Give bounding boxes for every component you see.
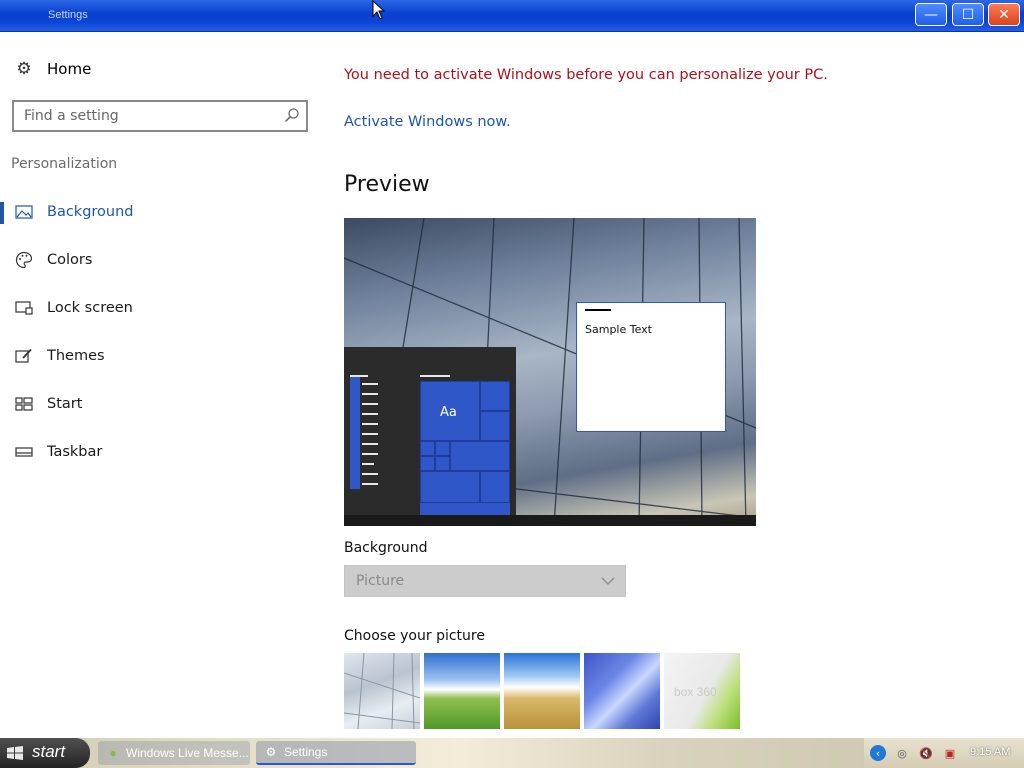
start-label: start	[32, 742, 66, 761]
sidebar-item-label: Colors	[47, 252, 93, 268]
taskbar-item-settings[interactable]: ⚙ Settings	[256, 741, 416, 765]
sidebar-item-background[interactable]: Background	[0, 194, 330, 230]
taskbar-item-label: Settings	[284, 745, 328, 759]
taskbar: start ● Windows Live Messe... ⚙ Settings…	[0, 738, 1024, 768]
search-icon[interactable]	[284, 107, 300, 123]
lock-screen-icon	[14, 299, 34, 317]
start-menu-preview: Aa	[344, 347, 516, 515]
search-input[interactable]: Find a setting	[24, 108, 119, 124]
gear-icon: ⚙	[265, 745, 277, 759]
thumbnail-logo-text: box 360	[674, 685, 717, 699]
start-tiles-icon	[14, 395, 34, 413]
sidebar-item-label: Taskbar	[47, 444, 103, 460]
picture-thumbnail-xbox[interactable]: box 360	[664, 653, 740, 729]
active-indicator	[0, 202, 4, 224]
picture-thumbnail-wheat-field[interactable]	[504, 653, 580, 729]
sidebar-item-label: Start	[47, 396, 83, 412]
preview-heading: Preview	[344, 172, 430, 197]
close-icon: ✕	[998, 6, 1010, 23]
volume-muted-icon[interactable]: 🔇	[918, 745, 934, 761]
section-label: Personalization	[11, 156, 118, 172]
minimize-button[interactable]: —	[915, 3, 947, 26]
background-type-dropdown[interactable]: Picture	[344, 565, 626, 597]
gear-icon: ⚙	[16, 59, 32, 79]
home-label: Home	[47, 60, 92, 78]
brush-icon	[14, 347, 34, 365]
sidebar-item-lock-screen[interactable]: Lock screen	[0, 290, 330, 326]
taskbar-icon	[14, 443, 34, 461]
search-box[interactable]: Find a setting	[12, 100, 308, 132]
preview-taskbar	[344, 515, 756, 526]
background-type-label: Background	[344, 540, 428, 556]
sidebar-item-taskbar[interactable]: Taskbar	[0, 434, 330, 470]
start-button[interactable]: start	[0, 738, 90, 768]
activation-warning: You need to activate Windows before you …	[344, 67, 828, 83]
picture-icon	[14, 203, 34, 221]
home-nav-item[interactable]: ⚙ Home	[14, 58, 91, 80]
palette-icon	[14, 251, 34, 269]
sample-window-preview: Sample Text	[576, 302, 726, 432]
picture-thumbnail-glass-wall[interactable]	[344, 653, 420, 729]
tile-grid: Aa	[420, 381, 510, 515]
choose-picture-label: Choose your picture	[344, 628, 485, 644]
security-alert-icon[interactable]: ▣	[942, 745, 958, 761]
sidebar-item-label: Background	[47, 204, 134, 220]
title-bar[interactable]: Settings — ☐ ✕	[0, 0, 1024, 32]
chevron-down-icon	[601, 577, 615, 585]
windows-flag-icon	[7, 746, 23, 760]
network-icon[interactable]: ◎	[894, 745, 910, 761]
sidebar-item-themes[interactable]: Themes	[0, 338, 330, 374]
sample-text: Sample Text	[585, 323, 652, 336]
clock[interactable]: 9:15 AM	[970, 746, 1010, 758]
sidebar-item-label: Themes	[47, 348, 105, 364]
system-tray: ‹ ◎ 🔇 ▣ 9:15 AM	[864, 738, 1024, 768]
maximize-icon: ☐	[961, 6, 975, 23]
sidebar-item-label: Lock screen	[47, 300, 133, 316]
tile-text: Aa	[440, 405, 457, 420]
minimize-icon: —	[924, 6, 938, 23]
sidebar-item-start[interactable]: Start	[0, 386, 330, 422]
taskbar-item-messenger[interactable]: ● Windows Live Messe...	[98, 741, 250, 765]
sidebar-item-colors[interactable]: Colors	[0, 242, 330, 278]
background-preview: Aa Sample Text	[344, 218, 756, 526]
maximize-button[interactable]: ☐	[952, 3, 984, 26]
mouse-cursor-icon	[372, 0, 386, 20]
background-type-value: Picture	[356, 573, 405, 589]
taskbar-item-label: Windows Live Messe...	[126, 746, 249, 760]
sidebar: ⚙ Home Find a setting Personalization Ba…	[0, 32, 330, 738]
picture-thumbnail-blue-abstract[interactable]	[584, 653, 660, 729]
start-menu-column	[350, 377, 360, 489]
messenger-icon: ●	[109, 746, 117, 760]
activate-windows-link[interactable]: Activate Windows now.	[344, 114, 511, 130]
back-arrow-icon[interactable]: ‹	[870, 745, 886, 761]
picture-thumbnail-green-hill[interactable]	[424, 653, 500, 729]
close-button[interactable]: ✕	[988, 3, 1020, 26]
window-title: Settings	[48, 9, 88, 21]
